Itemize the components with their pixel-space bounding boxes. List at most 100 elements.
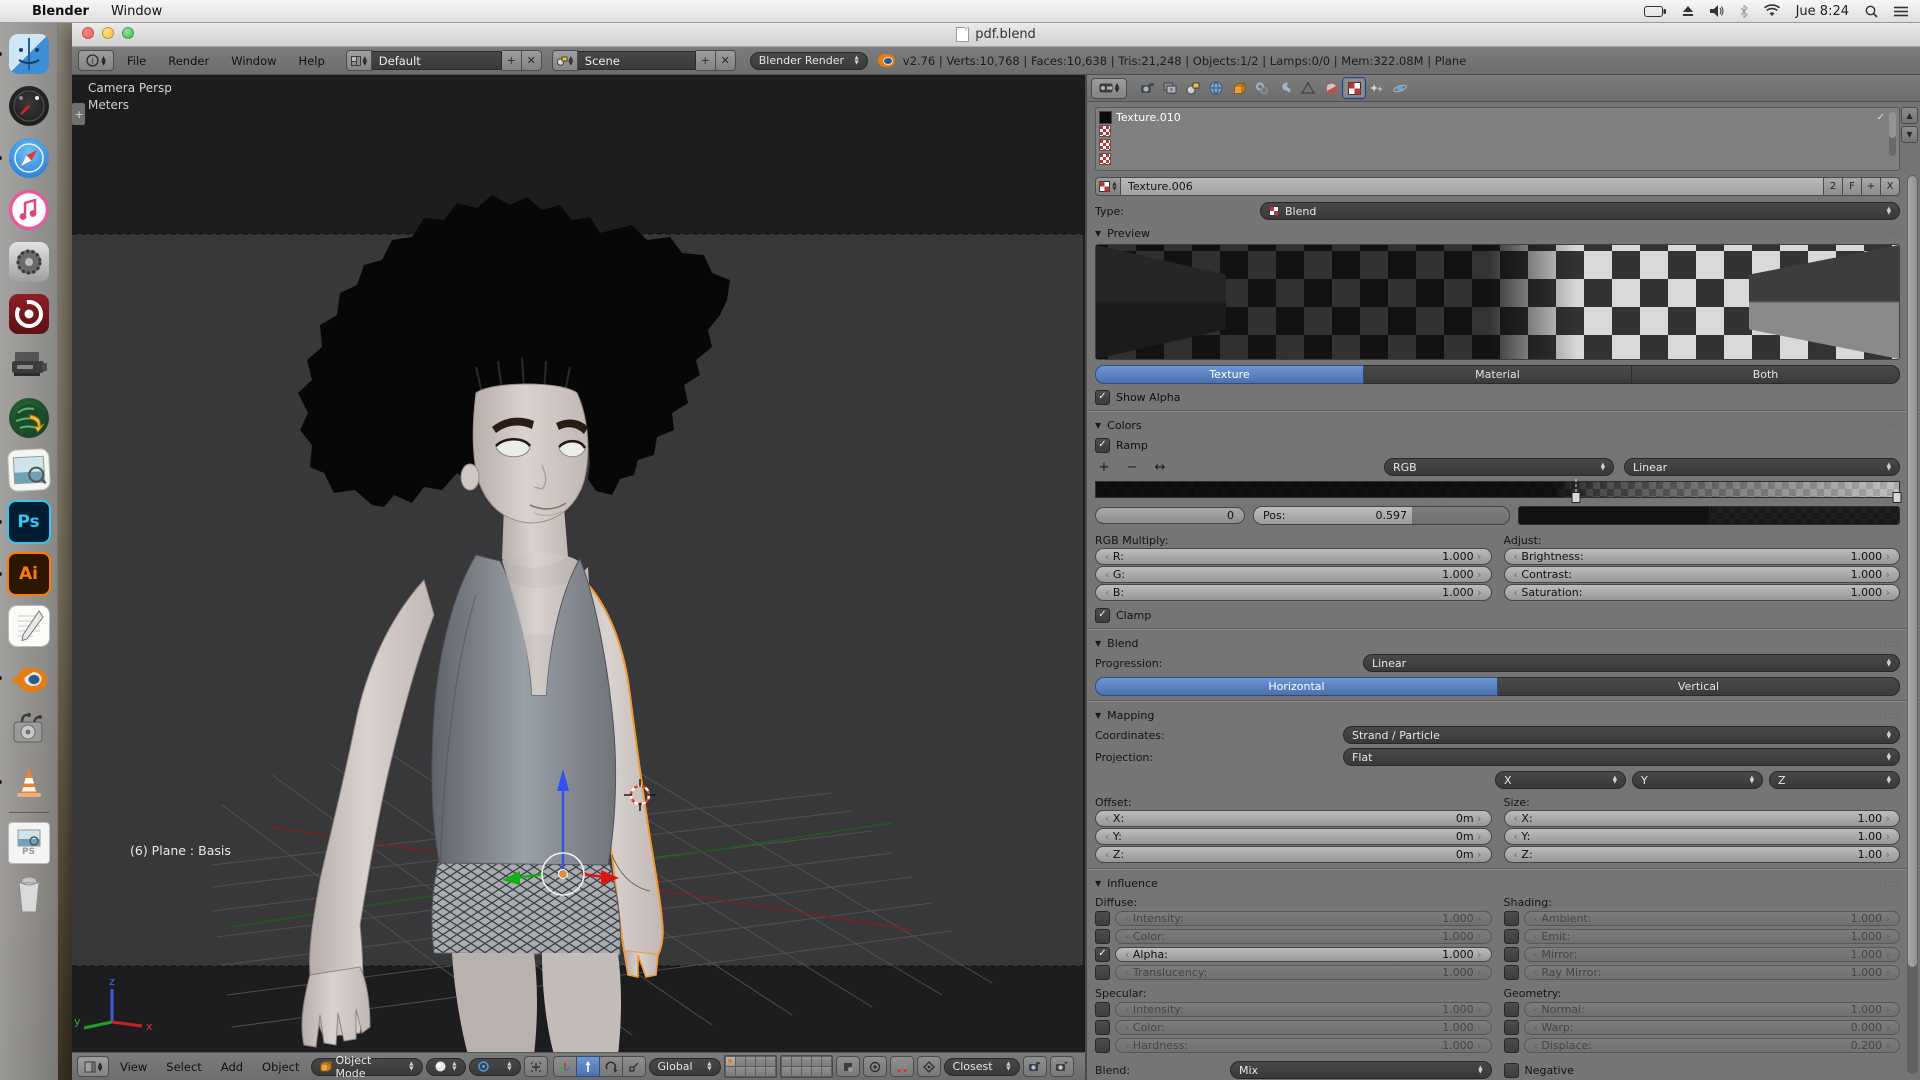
horizontal-button[interactable]: Horizontal bbox=[1095, 677, 1498, 696]
color-ramp-bar[interactable] bbox=[1095, 481, 1900, 498]
layers-grid-1[interactable] bbox=[724, 1055, 777, 1078]
shading-emit-checkbox[interactable]: ✓ bbox=[1504, 929, 1519, 944]
add-layout-button[interactable]: + bbox=[502, 50, 522, 71]
mode-dropdown[interactable]: Object Mode▲▼ bbox=[311, 1058, 423, 1076]
properties-scrollbar[interactable] bbox=[1907, 175, 1918, 1074]
tab-world-icon[interactable] bbox=[1205, 78, 1227, 98]
snap-target-dropdown[interactable]: Closest▲▼ bbox=[944, 1058, 1020, 1076]
add-scene-button[interactable]: + bbox=[696, 50, 716, 71]
texture-type-dropdown[interactable]: Blend▲▼ bbox=[1260, 202, 1900, 220]
panel-grip-icon[interactable]: :::: bbox=[1884, 421, 1900, 431]
diffuse-alpha-slider[interactable]: Alpha:1.000 bbox=[1115, 947, 1492, 962]
fake-user-button[interactable]: F bbox=[1843, 177, 1862, 196]
dock-trash-icon[interactable] bbox=[7, 873, 51, 917]
diffuse-intensity-slider[interactable]: Intensity:1.000 bbox=[1115, 911, 1492, 926]
spotlight-icon[interactable] bbox=[1865, 5, 1878, 18]
blend-mode-dropdown[interactable]: Mix▲▼ bbox=[1230, 1061, 1492, 1079]
scene-icon[interactable]: ▲▼ bbox=[552, 50, 578, 71]
viewport-canvas[interactable]: z y x + Camera Persp Meters (6) Plane : … bbox=[72, 75, 1085, 1052]
texture-list-scrollbar[interactable] bbox=[1889, 112, 1896, 156]
diffuse-translucency-slider[interactable]: Translucency:1.000 bbox=[1115, 965, 1492, 980]
shading-ambient-checkbox[interactable]: ✓ bbox=[1504, 911, 1519, 926]
shading-ray-mirror-checkbox[interactable]: ✓ bbox=[1504, 965, 1519, 980]
size-z-field[interactable]: Z:1.00 bbox=[1504, 846, 1901, 863]
menu-file[interactable]: File bbox=[118, 54, 155, 68]
viewport-editor-type-button[interactable]: ▲▼ bbox=[77, 1056, 109, 1077]
shading-ambient-slider[interactable]: Ambient:1.000 bbox=[1524, 911, 1901, 926]
shading-mirror-slider[interactable]: Mirror:1.000 bbox=[1524, 947, 1901, 962]
specular-hardness-checkbox[interactable]: ✓ bbox=[1095, 1038, 1110, 1053]
diffuse-color-checkbox[interactable]: ✓ bbox=[1095, 929, 1110, 944]
tab-render-layers-icon[interactable] bbox=[1159, 78, 1181, 98]
axis-y-dropdown[interactable]: Y▲▼ bbox=[1632, 771, 1763, 789]
properties-editor-type-button[interactable]: ▲▼ bbox=[1091, 78, 1127, 99]
bluetooth-icon[interactable] bbox=[1740, 5, 1748, 18]
dock-dashboard-icon[interactable] bbox=[7, 84, 51, 128]
screen-layout-icon[interactable]: ▲▼ bbox=[346, 50, 372, 71]
menu-help[interactable]: Help bbox=[290, 54, 334, 68]
wifi-icon[interactable] bbox=[1764, 5, 1780, 17]
diffuse-alpha-checkbox[interactable]: ✓ bbox=[1095, 947, 1110, 962]
rotate-manipulator-button[interactable] bbox=[600, 1056, 623, 1077]
blend-panel-header[interactable]: ▼ Blend :::: bbox=[1095, 633, 1900, 654]
unlink-texture-button[interactable]: X bbox=[1881, 177, 1900, 196]
diffuse-translucency-checkbox[interactable]: ✓ bbox=[1095, 965, 1110, 980]
window-menu[interactable]: Window bbox=[111, 4, 162, 19]
new-texture-button[interactable]: + bbox=[1862, 177, 1881, 196]
delete-scene-button[interactable]: ✕ bbox=[716, 50, 736, 71]
dock-finder-icon[interactable] bbox=[7, 32, 51, 76]
notification-center-icon[interactable] bbox=[1894, 6, 1908, 17]
texture-slot-list[interactable]: Texture.010 ✓ bbox=[1095, 107, 1900, 171]
ramp-stop[interactable] bbox=[1892, 479, 1899, 503]
editor-type-button[interactable]: i ▲▼ bbox=[78, 50, 114, 71]
texture-enabled-check-icon[interactable]: ✓ bbox=[1877, 112, 1885, 123]
snap-element-icon[interactable] bbox=[917, 1056, 941, 1077]
ramp-delete-stop-button[interactable]: − bbox=[1123, 460, 1141, 475]
tab-scene-icon[interactable] bbox=[1182, 78, 1204, 98]
preview-both-button[interactable]: Both bbox=[1632, 365, 1900, 384]
texture-browse-icon[interactable]: ▲▼ bbox=[1095, 177, 1121, 196]
dock-dvd-player-icon[interactable] bbox=[7, 292, 51, 336]
snap-toggle[interactable] bbox=[890, 1056, 914, 1077]
texture-slot[interactable] bbox=[1099, 124, 1885, 138]
rgb-g-slider[interactable]: G:1.000 bbox=[1095, 566, 1492, 583]
diffuse-color-slider[interactable]: Color:1.000 bbox=[1115, 929, 1492, 944]
axis-z-dropdown[interactable]: Z▲▼ bbox=[1769, 771, 1900, 789]
tab-material-icon[interactable] bbox=[1320, 78, 1342, 98]
progression-dropdown[interactable]: Linear▲▼ bbox=[1363, 654, 1900, 672]
clamp-checkbox[interactable]: ✓ bbox=[1095, 608, 1110, 623]
shading-emit-slider[interactable]: Emit:1.000 bbox=[1524, 929, 1901, 944]
ramp-checkbox[interactable]: ✓ bbox=[1095, 438, 1110, 453]
offset-y-field[interactable]: Y:0m bbox=[1095, 828, 1492, 845]
menu-window[interactable]: Window bbox=[222, 54, 285, 68]
panel-grip-icon[interactable]: :::: bbox=[1884, 879, 1900, 889]
proportional-edit-toggle[interactable] bbox=[863, 1056, 887, 1077]
texture-slot[interactable] bbox=[1099, 152, 1885, 166]
view-menu[interactable]: View bbox=[112, 1060, 155, 1074]
close-window-button[interactable] bbox=[82, 27, 94, 39]
add-menu[interactable]: Add bbox=[213, 1060, 251, 1074]
slot-move-up-button[interactable]: ▲ bbox=[1901, 107, 1918, 124]
texture-slot-active[interactable]: Texture.010 ✓ bbox=[1099, 110, 1885, 124]
diffuse-intensity-checkbox[interactable]: ✓ bbox=[1095, 911, 1110, 926]
tab-modifiers-icon[interactable] bbox=[1274, 78, 1296, 98]
dock-textedit-icon[interactable] bbox=[7, 604, 51, 648]
show-alpha-row[interactable]: ✓ Show Alpha bbox=[1095, 388, 1900, 406]
geometry-displace-checkbox[interactable]: ✓ bbox=[1504, 1038, 1519, 1053]
ramp-flip-button[interactable]: ↔ bbox=[1151, 460, 1169, 475]
offset-z-field[interactable]: Z:0m bbox=[1095, 846, 1492, 863]
dock-disk-utility-icon[interactable] bbox=[7, 708, 51, 752]
users-count-button[interactable]: 2 bbox=[1824, 177, 1843, 196]
vertical-button[interactable]: Vertical bbox=[1498, 677, 1900, 696]
translate-manipulator-button[interactable] bbox=[577, 1056, 600, 1077]
select-menu[interactable]: Select bbox=[158, 1060, 209, 1074]
geometry-normal-slider[interactable]: Normal:1.000 bbox=[1524, 1002, 1901, 1017]
window-titlebar[interactable]: pdf.blend bbox=[72, 22, 1920, 47]
coordinates-dropdown[interactable]: Strand / Particle▲▼ bbox=[1343, 726, 1900, 744]
volume-icon[interactable] bbox=[1710, 5, 1724, 17]
minimize-window-button[interactable] bbox=[102, 27, 114, 39]
axis-x-dropdown[interactable]: X▲▼ bbox=[1495, 771, 1626, 789]
ramp-interpolation-dropdown[interactable]: Linear▲▼ bbox=[1624, 458, 1900, 476]
preview-texture-button[interactable]: Texture bbox=[1095, 365, 1364, 384]
offset-x-field[interactable]: X:0m bbox=[1095, 810, 1492, 827]
